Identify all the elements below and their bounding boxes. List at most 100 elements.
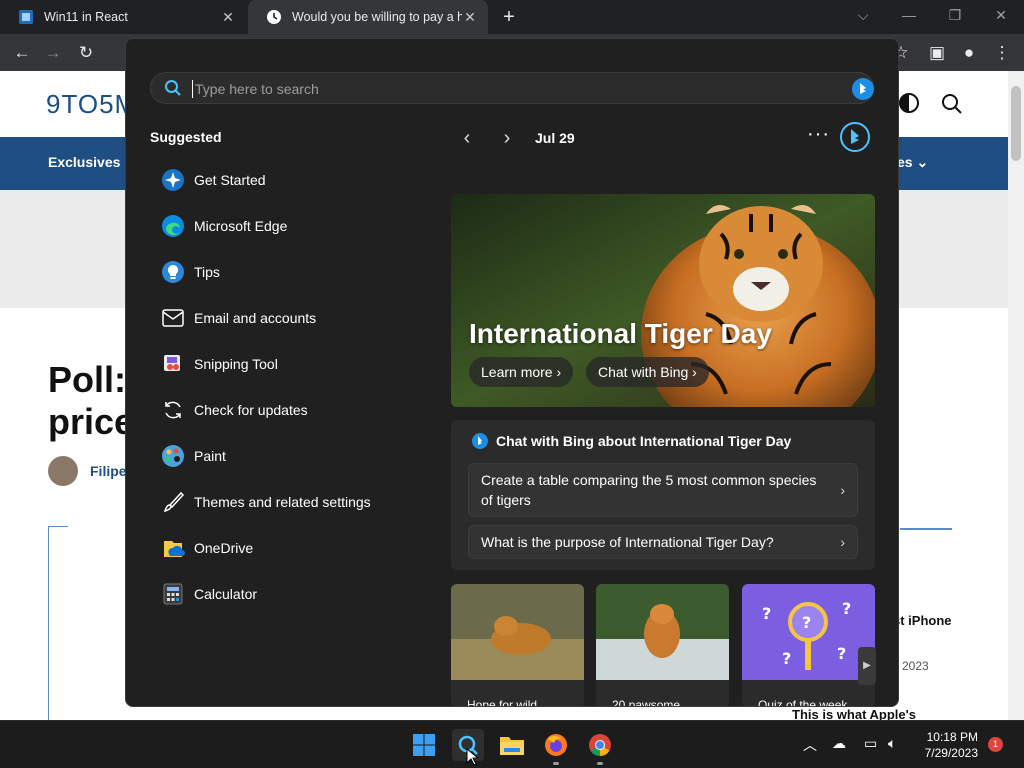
show-hidden-icons-chevron-icon[interactable]: ︿ [803,735,817,755]
article-image-frame [48,526,68,720]
brush-icon [160,489,186,515]
tab-search-dropdown-icon[interactable]: ⌵ [840,0,886,30]
suggested-item-tips[interactable]: Tips [146,249,426,295]
paint-icon [160,443,186,469]
minimize-button[interactable]: — [886,0,932,30]
nav-more[interactable]: es ⌄ [897,154,928,171]
suggested-list: Get Started Microsoft Edge Tips Email an… [146,157,426,617]
profile-icon[interactable]: ● [956,40,982,66]
bing-prompt-purpose[interactable]: What is the purpose of International Tig… [468,525,858,559]
suggested-item-themes[interactable]: Themes and related settings [146,479,426,525]
thumbnail-quiz-of-the-week[interactable]: ????? Quiz of the week [742,584,875,706]
back-icon[interactable]: ← [9,40,35,66]
search-icon[interactable] [941,93,963,115]
bing-icon [472,433,488,449]
svg-text:?: ? [802,613,811,632]
bing-icon[interactable] [851,77,875,101]
suggested-item-onedrive[interactable]: OneDrive [146,525,426,571]
tab-title: Win11 in React [44,10,128,24]
sidebar-headline[interactable]: st iPhone [893,612,952,630]
thumbnails-next-icon[interactable]: ▶ [858,647,876,685]
nav-exclusives[interactable]: Exclusives [48,154,120,170]
author-name[interactable]: Filipe [90,463,127,479]
suggested-item-calculator[interactable]: Calculator [146,571,426,617]
onedrive-icon [160,535,186,561]
learn-more-button[interactable]: Learn more › [469,357,574,387]
reload-icon[interactable]: ↻ [73,40,99,66]
more-options-icon[interactable]: ··· [807,123,830,146]
site-logo[interactable]: 9TO5M [46,89,137,120]
browser-tab-strip: Win11 in React ✕ Would you be willing to… [0,0,1024,34]
new-tab-button[interactable]: + [498,6,520,28]
start-button[interactable] [408,729,440,761]
search-input[interactable] [193,77,793,101]
running-indicator [553,762,559,765]
hero-card-tiger[interactable]: International Tiger Day Learn more › Cha… [451,194,875,407]
close-tab-icon[interactable]: ✕ [462,9,478,26]
theme-toggle-icon[interactable] [899,93,919,113]
suggested-item-microsoft-edge[interactable]: Microsoft Edge [146,203,426,249]
close-window-button[interactable]: ✕ [978,0,1024,30]
bing-chat-heading: Chat with Bing about International Tiger… [471,432,791,450]
file-explorer-button[interactable] [496,729,528,761]
suggested-item-paint[interactable]: Paint [146,433,426,479]
side-panel-icon[interactable]: ▣ [924,40,950,66]
tiger-river-image [451,584,584,680]
sidebar-date: 2023 [902,659,929,673]
forward-icon[interactable]: → [40,40,66,66]
suggested-item-label: Microsoft Edge [194,218,288,234]
page-scrollbar[interactable] [1008,71,1024,720]
bing-prompt-label: What is the purpose of International Tig… [481,534,774,550]
svg-text:?: ? [842,599,851,618]
taskbar-clock[interactable]: 10:18 PM 7/29/2023 [922,729,978,761]
thumbnail-caption: Hope for wild [467,698,538,707]
chat-with-bing-label: Chat with Bing [598,364,689,380]
calculator-icon [160,581,186,607]
bing-prompt-label: Create a table comparing the 5 most comm… [481,472,817,508]
snipping-tool-icon [160,351,186,377]
cloud-offline-icon[interactable]: ☁ [832,735,846,752]
next-day-icon[interactable]: › [495,127,519,151]
page-scrollbar-thumb[interactable] [1011,86,1021,161]
suggested-item-get-started[interactable]: Get Started [146,157,426,203]
tab-win11-in-react[interactable]: Win11 in React ✕ [0,0,246,34]
suggested-item-label: Themes and related settings [194,494,371,510]
suggested-item-label: Tips [194,264,220,280]
suggested-item-check-updates[interactable]: Check for updates [146,387,426,433]
hero-title: International Tiger Day [469,318,772,349]
previous-day-icon[interactable]: ‹ [455,127,479,151]
thumbnail-hope-for-wild[interactable]: Hope for wild [451,584,584,707]
mouse-cursor-icon [466,748,478,766]
thumbnail-20-pawsome[interactable]: 20 pawsome [596,584,729,706]
suggested-item-snipping-tool[interactable]: Snipping Tool [146,341,426,387]
suggested-item-label: Calculator [194,586,258,602]
quiz-question-marks-image: ????? [742,584,875,680]
suggested-item-label: Get Started [194,172,266,188]
chevron-right-icon: › [692,364,697,380]
network-icon[interactable]: ▭ [864,735,877,752]
notification-badge[interactable]: 1 [988,737,1003,752]
svg-text:?: ? [837,644,846,663]
bing-chat-icon[interactable] [839,121,871,153]
search-flyout: Suggested Get Started Microsoft Edge Tip… [125,38,899,707]
firefox-button[interactable] [540,729,572,765]
close-tab-icon[interactable]: ✕ [220,9,236,26]
clock-date: 7/29/2023 [924,746,978,760]
suggested-item-label: OneDrive [194,540,254,556]
suggested-item-label: Snipping Tool [194,356,278,372]
menu-kebab-icon[interactable]: ⋮ [989,40,1015,66]
windows-logo-icon [413,734,435,756]
chrome-button[interactable] [584,729,616,765]
related-headline[interactable]: This is what Apple's [792,707,916,720]
running-indicator [597,762,603,765]
chevron-right-icon: › [840,534,845,550]
bing-prompt-tiger-table[interactable]: Create a table comparing the 5 most comm… [468,463,858,517]
restore-button[interactable]: ❐ [932,0,978,30]
volume-icon[interactable]: 🔈︎ [888,735,896,752]
win11-favicon-icon [19,10,33,24]
search-bar[interactable] [150,72,874,104]
suggested-item-email[interactable]: Email and accounts [146,295,426,341]
chat-with-bing-button[interactable]: Chat with Bing › [586,357,709,387]
tiger-splash-image [596,584,729,680]
tab-poll-article[interactable]: Would you be willing to pay a hig ✕ [248,0,488,34]
